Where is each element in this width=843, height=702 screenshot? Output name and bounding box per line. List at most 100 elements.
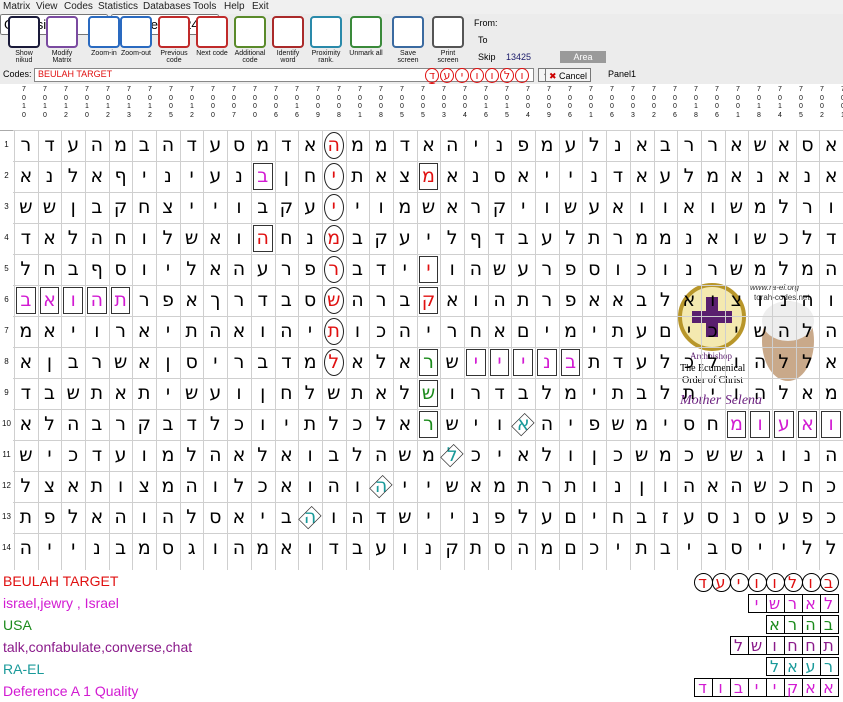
matrix-cell[interactable]: ד [369, 254, 393, 284]
matrix-cell[interactable]: ד [819, 223, 843, 253]
matrix-cell[interactable]: ד [251, 285, 275, 315]
matrix-cell[interactable]: ל [772, 378, 796, 408]
matrix-cell[interactable]: י [275, 409, 299, 439]
matrix-cell[interactable]: ס [227, 130, 251, 160]
matrix-cell[interactable]: ח [132, 192, 156, 222]
matrix-cell[interactable]: נ [464, 161, 488, 191]
matrix-cell[interactable]: מ [251, 130, 275, 160]
matrix-cell[interactable]: א [14, 161, 38, 191]
matrix-cell[interactable]: א [630, 130, 654, 160]
matrix-cell[interactable]: י [606, 533, 630, 563]
matrix-cell[interactable]: ב [109, 533, 133, 563]
matrix-cell[interactable]: נ [677, 254, 701, 284]
matrix-cell[interactable]: ר [464, 378, 488, 408]
matrix-cell[interactable]: ה [440, 130, 464, 160]
matrix-cell[interactable]: ס [582, 254, 606, 284]
matrix-cell[interactable]: ת [180, 316, 204, 346]
matrix-cell[interactable]: ל [654, 378, 678, 408]
matrix-cell[interactable]: ע [393, 223, 417, 253]
matrix-cell[interactable]: י [417, 223, 441, 253]
matrix-cell[interactable]: י [38, 533, 62, 563]
matrix-cell[interactable]: ה [393, 316, 417, 346]
matrix-cell[interactable]: ו [227, 378, 251, 408]
matrix-cell[interactable]: פ [298, 254, 322, 284]
matrix-cell[interactable]: ח [298, 161, 322, 191]
matrix-cell[interactable]: ה [156, 130, 180, 160]
matrix-cell[interactable]: כ [630, 254, 654, 284]
matrix-cell[interactable]: ג [180, 533, 204, 563]
matrix-cell[interactable]: י [180, 192, 204, 222]
matrix-cell[interactable]: ו [369, 192, 393, 222]
matrix-cell[interactable]: י [488, 440, 512, 470]
matrix-cell[interactable]: י [417, 316, 441, 346]
print-screen-button[interactable]: Print screen [430, 16, 466, 65]
matrix-cell[interactable]: א [369, 161, 393, 191]
matrix-cell[interactable]: מ [654, 223, 678, 253]
matrix-cell[interactable]: א [772, 130, 796, 160]
menu-exit[interactable]: Exit [252, 1, 269, 12]
matrix-cell[interactable]: ת [132, 378, 156, 408]
matrix-cell[interactable]: ש [61, 378, 85, 408]
matrix-cell[interactable]: ו [748, 285, 772, 315]
matrix-cell[interactable]: ג [748, 440, 772, 470]
matrix-cell[interactable]: י [464, 130, 488, 160]
matrix-cell[interactable]: י [61, 316, 85, 346]
matrix-cell[interactable]: ת [511, 285, 535, 315]
matrix-cell[interactable]: ע [61, 130, 85, 160]
matrix-cell[interactable]: ע [251, 254, 275, 284]
matrix-cell[interactable]: ש [606, 409, 630, 439]
matrix-cell[interactable]: כ [582, 533, 606, 563]
matrix-cell[interactable]: ן [61, 192, 85, 222]
matrix-cell[interactable]: ר [796, 192, 820, 222]
matrix-cell[interactable]: ב [654, 130, 678, 160]
matrix-cell[interactable]: מ [132, 533, 156, 563]
matrix-cell[interactable]: א [61, 471, 85, 501]
matrix-cell[interactable]: י [156, 316, 180, 346]
matrix-cell[interactable]: ס [748, 502, 772, 532]
matrix-cell[interactable]: ל [180, 254, 204, 284]
matrix-cell[interactable]: ל [203, 409, 227, 439]
matrix-cell[interactable]: מ [559, 378, 583, 408]
matrix-cell[interactable]: ל [772, 192, 796, 222]
matrix-cell[interactable]: י [725, 316, 749, 346]
matrix-cell[interactable]: ר [14, 130, 38, 160]
matrix-cell[interactable]: נ [227, 161, 251, 191]
matrix-cell[interactable]: ע [772, 502, 796, 532]
matrix-cell[interactable]: ל [156, 223, 180, 253]
matrix-cell[interactable]: ם [559, 502, 583, 532]
matrix-cell[interactable]: ו [251, 316, 275, 346]
matrix-cell[interactable]: מ [630, 409, 654, 439]
matrix-cell[interactable]: ו [203, 533, 227, 563]
matrix-cell[interactable]: י [748, 533, 772, 563]
menu-view[interactable]: View [36, 1, 58, 12]
matrix-cell[interactable]: א [203, 223, 227, 253]
matrix-cell[interactable]: מ [630, 223, 654, 253]
matrix-cell[interactable]: פ [559, 285, 583, 315]
matrix-cell[interactable]: ש [38, 192, 62, 222]
matrix-cell[interactable]: כ [464, 440, 488, 470]
matrix-cell[interactable]: ד [606, 347, 630, 377]
matrix-cell[interactable]: פ [796, 502, 820, 532]
matrix-cell[interactable]: נ [748, 161, 772, 191]
matrix-cell[interactable]: ב [511, 223, 535, 253]
matrix-cell[interactable]: י [251, 502, 275, 532]
matrix-cell[interactable]: ס [109, 254, 133, 284]
menu-matrix[interactable]: Matrix [3, 1, 30, 12]
matrix-cell[interactable]: י [677, 533, 701, 563]
matrix-cell[interactable]: ל [14, 471, 38, 501]
matrix-cell[interactable]: י [511, 192, 535, 222]
matrix-cell[interactable]: ה [772, 316, 796, 346]
matrix-cell[interactable]: י [203, 347, 227, 377]
matrix-cell[interactable]: ב [630, 285, 654, 315]
matrix-cell[interactable]: א [701, 223, 725, 253]
matrix-cell[interactable]: י [61, 533, 85, 563]
matrix-cell[interactable]: כ [819, 502, 843, 532]
matrix-cell[interactable]: ב [630, 378, 654, 408]
matrix-cell[interactable]: י [417, 502, 441, 532]
matrix-cell[interactable]: ד [275, 130, 299, 160]
matrix-cell[interactable]: ה [180, 471, 204, 501]
matrix-cell[interactable]: ו [346, 316, 370, 346]
matrix-cell[interactable]: ר [227, 285, 251, 315]
matrix-cell[interactable]: ד [369, 502, 393, 532]
matrix-cell[interactable]: ת [582, 347, 606, 377]
